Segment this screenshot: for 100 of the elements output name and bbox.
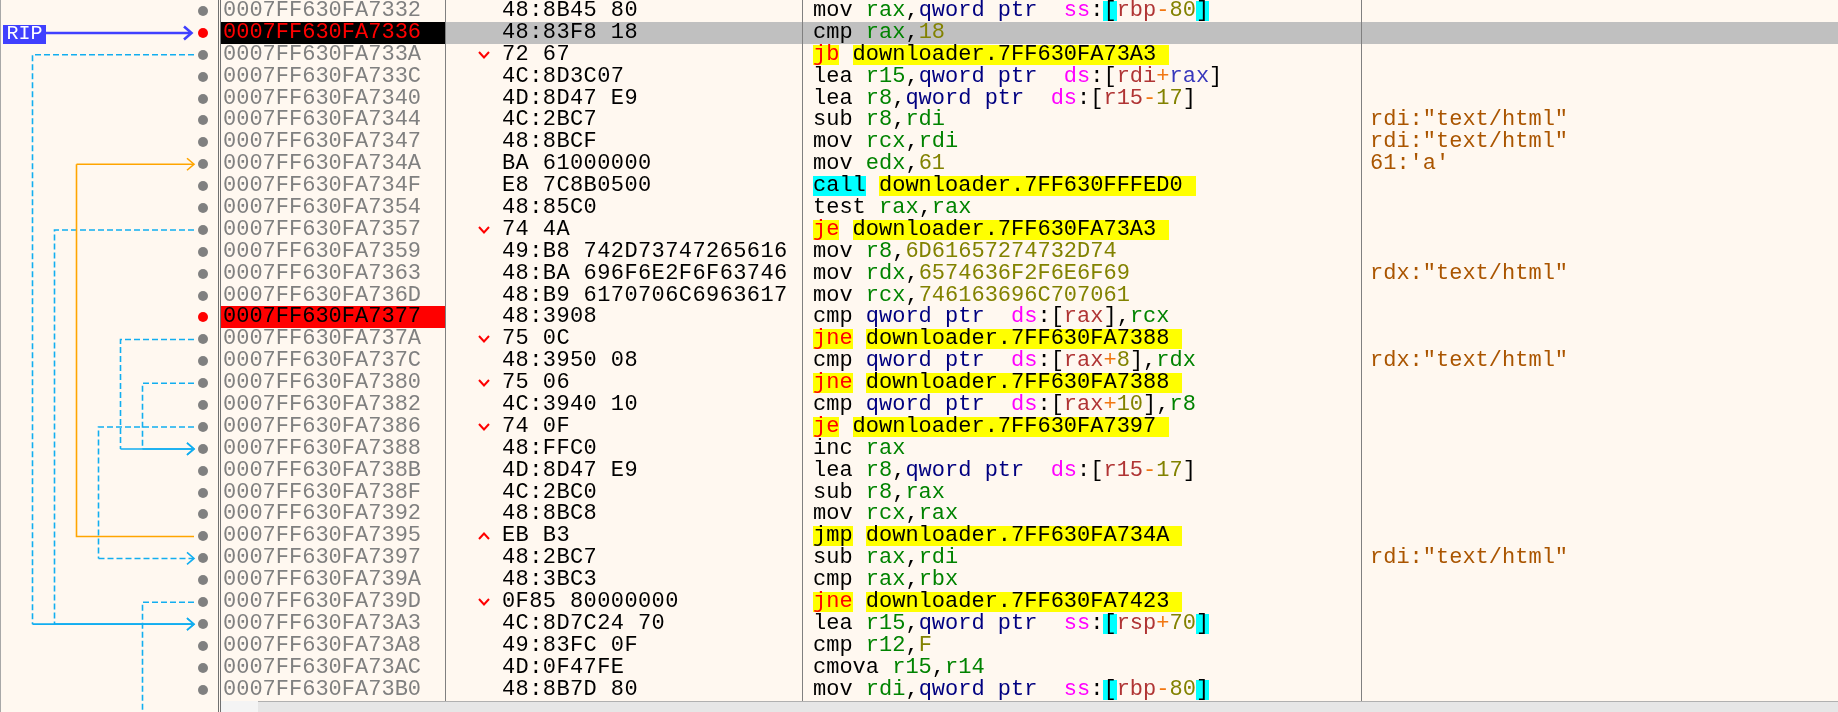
- dot-icon[interactable]: [197, 575, 208, 586]
- dot-icon[interactable]: [197, 509, 208, 520]
- dot-icon[interactable]: [197, 618, 208, 629]
- instruction-address: 0007FF630FA7397: [221, 547, 446, 570]
- disassembly-row[interactable]: 0007FF630FA737A 75 0C jne downloader.7FF630FA7388: [221, 328, 1838, 351]
- disassembly-row[interactable]: 0007FF630FA7340 4D:8D47 E9 lea r8,qword ptr ds:[r15-17]: [221, 87, 1838, 110]
- dot-icon[interactable]: [197, 312, 208, 323]
- disassembly-row[interactable]: 0007FF630FA734A BA 61000000 mov edx,61 61:'a': [221, 153, 1838, 176]
- disassembly-row[interactable]: 0007FF630FA7363 48:BA 696F6E2F6F63746 mov rdx,6574636F2F6E6F69 rdx:"text/html": [221, 262, 1838, 285]
- instruction-address: 0007FF630FA739A: [221, 569, 446, 592]
- dot-icon[interactable]: [197, 224, 208, 235]
- disassembly-row[interactable]: 0007FF630FA739D 0F85 80000000 jne downloader.7FF630FA7423: [221, 591, 1838, 613]
- instruction-text: mov rax,qword ptr ss:[rbp-80]: [813, 0, 1210, 22]
- disassembly-row[interactable]: 0007FF630FA7395 EB B3 jmp downloader.7FF630FA734A: [221, 525, 1838, 548]
- dot-icon[interactable]: [197, 181, 208, 192]
- dot-icon[interactable]: [197, 202, 208, 213]
- chevron-down-icon: [478, 335, 490, 344]
- disassembly-row[interactable]: 0007FF630FA7332 48:8B45 80 mov rax,qword ptr ss:[rbp-80]: [221, 0, 1838, 22]
- dot-icon[interactable]: [197, 290, 208, 301]
- dot-icon[interactable]: [197, 356, 208, 367]
- disassembly-row[interactable]: 0007FF630FA73B0 48:8B7D 80 mov rdi,qword ptr ss:[rbp-80]: [221, 678, 1838, 701]
- disassembly-row[interactable]: 0007FF630FA7344 4C:2BC7 sub r8,rdi rdi:"text/html": [221, 109, 1838, 132]
- instruction-bytes: 4D:8D47 E9: [502, 87, 639, 110]
- disassembly-row[interactable]: 0007FF630FA7386 74 0F je downloader.7FF630FA7397: [221, 415, 1838, 438]
- instruction-pointer-label: RIP: [3, 25, 46, 44]
- instruction-address: 0007FF630FA7359: [221, 240, 446, 263]
- dot-icon[interactable]: [197, 640, 208, 651]
- disassembly-row[interactable]: 0007FF630FA7354 48:85C0 test rax,rax: [221, 197, 1838, 219]
- disassembly-row[interactable]: 0007FF630FA7382 4C:3940 10 cmp qword ptr ds:[rax+10],r8: [221, 394, 1838, 416]
- dot-icon[interactable]: [197, 684, 208, 695]
- disassembly-row[interactable]: 0007FF630FA738B 4D:8D47 E9 lea r8,qword ptr ds:[r15-17]: [221, 459, 1838, 482]
- instruction-bytes: 48:85C0: [502, 197, 598, 219]
- dot-icon[interactable]: [197, 443, 208, 454]
- dot-icon[interactable]: [197, 465, 208, 476]
- instruction-bytes: 48:8B7D 80: [502, 678, 639, 701]
- disassembly-row[interactable]: 0007FF630FA7377 48:3908 cmp qword ptr ds:[rax],rcx: [221, 306, 1838, 329]
- disassembly-row[interactable]: 0007FF630FA73AC 4D:0F47FE cmova r15,r14: [221, 656, 1838, 679]
- dot-icon[interactable]: [197, 49, 208, 60]
- instruction-bytes: 48:B9 6170706C6963617: [502, 284, 788, 307]
- dot-icon[interactable]: [197, 246, 208, 257]
- disassembly-row[interactable]: 0007FF630FA734F E8 7C8B0500 call downloader.7FF630FFFED0: [221, 175, 1838, 197]
- dot-icon[interactable]: [197, 115, 208, 126]
- instruction-address: 0007FF630FA7392: [221, 503, 446, 526]
- instruction-bytes: BA 61000000: [502, 153, 652, 176]
- disassembly-row[interactable]: 0007FF630FA7392 48:8BC8 mov rcx,rax: [221, 503, 1838, 526]
- disassembly-row[interactable]: 0007FF630FA7380 75 06 jne downloader.7FF630FA7388: [221, 372, 1838, 395]
- disassembly-row[interactable]: 0007FF630FA7357 74 4A je downloader.7FF630FA73A3: [221, 218, 1838, 241]
- dot-icon[interactable]: [197, 5, 208, 16]
- chevron-down-icon: [478, 422, 490, 431]
- instruction-text: mov rcx,rdi: [813, 131, 959, 154]
- instruction-bytes: 4C:3940 10: [502, 394, 639, 416]
- instruction-bytes: 4C:8D3C07: [502, 65, 625, 88]
- dot-icon[interactable]: [197, 159, 208, 170]
- instruction-address: 0007FF630FA7354: [221, 197, 446, 219]
- instruction-text: call downloader.7FF630FFFED0: [813, 175, 1196, 198]
- instruction-bytes: 4C:2BC0: [502, 481, 598, 504]
- dot-icon[interactable]: [197, 399, 208, 410]
- instruction-address: 0007FF630FA733C: [221, 65, 446, 88]
- dot-icon[interactable]: [197, 71, 208, 82]
- dot-icon[interactable]: [197, 334, 208, 345]
- disassembly-row[interactable]: 0007FF630FA733A 72 67 jb downloader.7FF630FA73A3: [221, 43, 1838, 66]
- instruction-address: 0007FF630FA7357: [221, 218, 446, 241]
- instruction-address: 0007FF630FA7363: [221, 262, 446, 285]
- instruction-address: 0007FF630FA73A8: [221, 634, 446, 657]
- instruction-address: 0007FF630FA7332: [221, 0, 446, 22]
- instruction-address: 0007FF630FA733A: [221, 43, 446, 66]
- instruction-bytes: 48:FFC0: [502, 437, 598, 460]
- dot-icon[interactable]: [197, 27, 208, 38]
- disassembly-row[interactable]: 0007FF630FA7359 49:B8 742D73747265616 mov r8,6D61657274732D74: [221, 240, 1838, 263]
- disassembly-row[interactable]: 0007FF630FA7397 48:2BC7 sub rax,rdi rdi:"text/html": [221, 547, 1838, 570]
- comment-text: rdi:"text/html": [1370, 131, 1569, 154]
- instruction-address: 0007FF630FA7340: [221, 87, 446, 110]
- dot-icon[interactable]: [197, 268, 208, 279]
- instruction-bytes: 4C:2BC7: [502, 109, 598, 132]
- disassembly-row[interactable]: 0007FF630FA733C 4C:8D3C07 lea r15,qword ptr ds:[rdi+rax]: [221, 65, 1838, 88]
- dot-icon[interactable]: [197, 378, 208, 389]
- dot-icon[interactable]: [197, 597, 208, 607]
- instruction-text: lea r8,qword ptr ds:[r15-17]: [813, 459, 1196, 482]
- dot-icon[interactable]: [197, 487, 208, 498]
- chevron-down-icon: [478, 598, 490, 606]
- disassembly-row[interactable]: 0007FF630FA7388 48:FFC0 inc rax: [221, 437, 1838, 460]
- disassembly-row[interactable]: 0007FF630FA73A8 49:83FC 0F cmp r12,F: [221, 634, 1838, 657]
- dot-icon[interactable]: [197, 531, 208, 542]
- disassembly-row[interactable]: 0007FF630FA7336 48:83F8 18 cmp rax,18: [221, 21, 1838, 44]
- instruction-text: sub r8,rax: [813, 481, 946, 504]
- dot-icon[interactable]: [197, 421, 208, 432]
- instruction-address: 0007FF630FA7382: [221, 394, 446, 416]
- dot-icon[interactable]: [197, 553, 208, 564]
- dot-icon[interactable]: [197, 662, 208, 673]
- instruction-bytes: 48:BA 696F6E2F6F63746: [502, 262, 788, 285]
- disassembly-row[interactable]: 0007FF630FA7347 48:8BCF mov rcx,rdi rdi:"text/html": [221, 131, 1838, 154]
- dot-icon[interactable]: [197, 137, 208, 148]
- instruction-text: mov rdx,6574636F2F6E6F69: [813, 262, 1130, 285]
- instruction-bytes: 4C:8D7C24 70: [502, 612, 666, 635]
- instruction-bytes: 49:B8 742D73747265616: [502, 240, 788, 263]
- disassembly-row[interactable]: 0007FF630FA738F 4C:2BC0 sub r8,rax: [221, 481, 1838, 504]
- instruction-address: 0007FF630FA7377: [221, 306, 446, 329]
- dot-icon[interactable]: [197, 93, 208, 104]
- disassembly-row[interactable]: 0007FF630FA73A3 4C:8D7C24 70 lea r15,qword ptr ss:[rsp+70]: [221, 612, 1838, 635]
- instruction-address: 0007FF630FA737C: [221, 350, 446, 373]
